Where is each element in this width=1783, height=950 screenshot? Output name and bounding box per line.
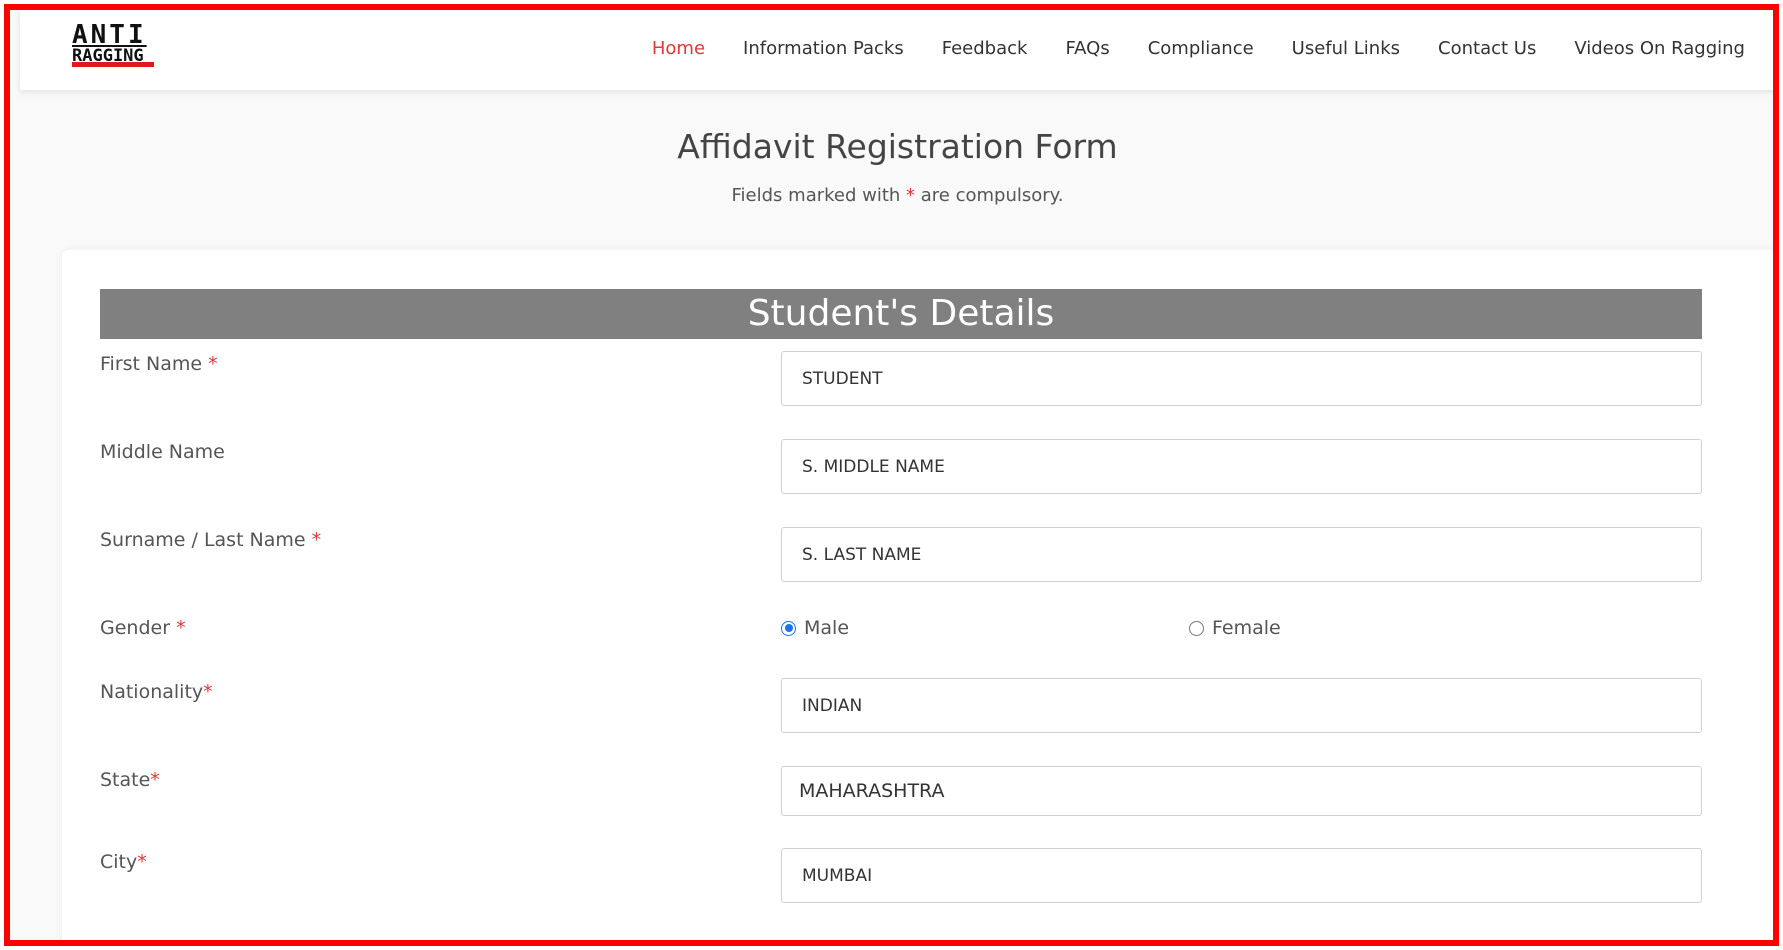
gender-female-label: Female — [1212, 617, 1281, 639]
nav-feedback[interactable]: Feedback — [942, 38, 1028, 59]
subtitle-text-pre: Fields marked with — [731, 185, 907, 206]
section-title: Student's Details — [100, 289, 1702, 339]
nav-home[interactable]: Home — [652, 38, 705, 59]
nationality-label: Nationality* — [100, 681, 213, 703]
anti-ragging-logo[interactable]: ANTI RAGGING — [72, 22, 162, 78]
gender-label-text: Gender — [100, 617, 177, 639]
state-field[interactable] — [781, 766, 1702, 816]
gender-option-female[interactable]: Female — [1189, 617, 1281, 639]
required-star: * — [150, 769, 160, 791]
radio-male[interactable] — [781, 620, 796, 636]
required-star: * — [208, 353, 218, 375]
nav-contact-us[interactable]: Contact Us — [1438, 38, 1536, 59]
first-name-label-text: First Name — [100, 353, 209, 375]
nav-faqs[interactable]: FAQs — [1065, 38, 1109, 59]
required-star: * — [203, 681, 213, 703]
nationality-field[interactable] — [781, 678, 1702, 733]
site-header: ANTI RAGGING Home Information Packs Feed… — [20, 10, 1773, 90]
page-title: Affidavit Registration Form — [677, 127, 1118, 166]
first-name-field[interactable] — [781, 351, 1702, 406]
page-subtitle: Fields marked with * are compulsory. — [10, 185, 1773, 206]
city-label-text: City — [100, 851, 138, 873]
subtitle-text-post: are compulsory. — [915, 185, 1064, 206]
gender-option-male[interactable]: Male — [781, 617, 849, 639]
nav-videos-on-ragging[interactable]: Videos On Ragging — [1574, 38, 1745, 59]
logo-line1: ANTI — [72, 20, 147, 50]
first-name-label: First Name * — [100, 353, 218, 375]
nav-compliance[interactable]: Compliance — [1148, 38, 1254, 59]
state-label-text: State — [100, 769, 151, 791]
page-frame: ANTI RAGGING Home Information Packs Feed… — [4, 4, 1779, 946]
middle-name-field[interactable] — [781, 439, 1702, 494]
last-name-label: Surname / Last Name * — [100, 529, 321, 551]
city-field[interactable] — [781, 848, 1702, 903]
form-card: Student's Details First Name * Middle Na… — [62, 250, 1773, 940]
main-nav: Home Information Packs Feedback FAQs Com… — [614, 38, 1745, 59]
required-star: * — [906, 185, 916, 206]
state-label: State* — [100, 769, 160, 791]
gender-male-label: Male — [804, 617, 850, 639]
nav-useful-links[interactable]: Useful Links — [1292, 38, 1400, 59]
middle-name-label: Middle Name — [100, 441, 225, 463]
radio-female[interactable] — [1189, 620, 1204, 636]
required-star: * — [311, 529, 322, 551]
gender-label: Gender * — [100, 617, 186, 639]
city-label: City* — [100, 851, 147, 873]
nav-information-packs[interactable]: Information Packs — [743, 38, 904, 59]
last-name-label-text: Surname / Last Name — [100, 529, 312, 551]
nationality-label-text: Nationality — [100, 681, 204, 703]
required-star: * — [137, 851, 147, 873]
required-star: * — [176, 617, 186, 639]
last-name-field[interactable] — [781, 527, 1702, 582]
